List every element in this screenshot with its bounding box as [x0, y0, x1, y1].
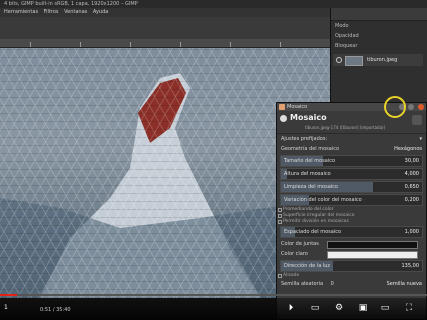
- joint-color-row[interactable]: Color de juntas: [277, 239, 426, 249]
- checkbox-icon: [278, 274, 282, 278]
- light-color-swatch[interactable]: [327, 251, 418, 259]
- geometry-select[interactable]: Geometría del mosaico Hexágonos: [277, 144, 426, 154]
- dock-tabs[interactable]: [331, 8, 427, 21]
- color-variation-slider[interactable]: Variación del color del mosaico 0,200: [280, 194, 423, 206]
- checkbox-icon: [278, 214, 282, 218]
- allow-split-checkbox[interactable]: Permitir división en mosaicos: [277, 219, 426, 225]
- checkbox-icon: [278, 208, 282, 212]
- slider-value: 4,000: [404, 171, 419, 177]
- joint-color-label: Color de juntas: [281, 241, 319, 247]
- slider-value: 30,00: [404, 158, 419, 164]
- checkbox-icon: [278, 220, 282, 224]
- layer-name: tiburon.jpeg: [367, 57, 398, 63]
- close-icon[interactable]: [418, 104, 424, 110]
- time-display: 0:51 / 35:40: [40, 307, 71, 313]
- eye-icon[interactable]: [336, 57, 342, 63]
- light-color-label: Color claro: [281, 251, 308, 257]
- joint-color-swatch[interactable]: [327, 241, 418, 249]
- seed-row[interactable]: Semilla aleatoria 0 Semilla nueva: [277, 279, 426, 289]
- slider-value: 0,200: [404, 197, 419, 203]
- presets-menu-icon[interactable]: ▾: [419, 134, 422, 144]
- image-preview-icon: [412, 115, 422, 125]
- tile-neatness-slider[interactable]: Limpieza del mosaico 0,650: [280, 181, 423, 193]
- cursor-highlight: [384, 96, 406, 118]
- filter-icon: [279, 104, 285, 110]
- slider-label: Dirección de la luz: [284, 263, 331, 269]
- menu-windows[interactable]: Ventanas: [64, 9, 87, 15]
- progress-fill: [0, 294, 18, 296]
- presets-row[interactable]: Ajustes prefijados: ▾: [277, 134, 426, 144]
- layers-dock: Modo Opacidad Bloquear tiburon.jpeg: [330, 8, 427, 113]
- geometry-value: Hexágonos: [394, 146, 422, 152]
- new-seed-button[interactable]: Semilla nueva: [387, 279, 422, 289]
- checkbox-label: Alisado: [283, 273, 300, 278]
- checkbox-label: Promediando del color: [283, 207, 334, 212]
- video-controls: 1 0:51 / 35:40 ⏵ ▭ ⚙ ▣ ▭ ⛶: [0, 294, 427, 320]
- lock-label: Bloquear: [335, 43, 358, 49]
- light-direction-slider[interactable]: Dirección de la luz 135,00: [280, 260, 423, 272]
- layer-row[interactable]: tiburon.jpeg: [333, 54, 423, 66]
- checkbox-label: Permitir división en mosaicos: [283, 219, 349, 224]
- slider-label: Variación del color del mosaico: [284, 197, 362, 203]
- mosaic-dialog: Mosaico Mosaico tiburon.jpeg-174 ([tibur…: [276, 102, 427, 320]
- filter-name: Mosaico: [290, 113, 327, 122]
- tile-spacing-slider[interactable]: Espaciado del mosaico 1,000: [280, 226, 423, 238]
- fullscreen-icon[interactable]: ⛶: [402, 302, 416, 314]
- autoplay-toggle-icon[interactable]: ⏵: [284, 302, 298, 314]
- menu-bar: Herramientas Filtros Ventanas Ayuda: [0, 8, 330, 17]
- dialog-window-title: Mosaico: [287, 104, 308, 110]
- light-color-row[interactable]: Color claro: [277, 249, 426, 259]
- mode-label: Modo: [335, 23, 349, 29]
- presets-label: Ajustes prefijados:: [281, 136, 328, 142]
- dialog-header: Mosaico tiburon.jpeg-174 ([tiburon] (imp…: [277, 111, 426, 134]
- menu-filters[interactable]: Filtros: [44, 9, 59, 15]
- tile-size-slider[interactable]: Tamaño del mosaico 30,00: [280, 155, 423, 167]
- progress-bar[interactable]: [0, 294, 427, 296]
- subtitles-icon[interactable]: ▭: [308, 302, 322, 314]
- checkbox-label: Superficie irregular del mosaico: [283, 213, 355, 218]
- tile-height-slider[interactable]: Altura del mosaico 4,000: [280, 168, 423, 180]
- slider-label: Espaciado del mosaico: [284, 229, 342, 235]
- maximize-icon[interactable]: [408, 104, 415, 110]
- slider-label: Altura del mosaico: [284, 171, 331, 177]
- settings-gear-icon[interactable]: ⚙: [332, 302, 346, 314]
- filter-subtitle: tiburon.jpeg-174 ([tiburon] (importada)): [305, 125, 386, 130]
- miniplayer-icon[interactable]: ▣: [356, 302, 370, 314]
- slider-value: 135,00: [401, 263, 420, 269]
- seed-label: Semilla aleatoria: [281, 281, 324, 287]
- player-status: 1: [4, 304, 8, 311]
- geometry-label: Geometría del mosaico: [281, 146, 340, 152]
- slider-label: Tamaño del mosaico: [284, 158, 336, 164]
- theater-mode-icon[interactable]: ▭: [378, 302, 392, 314]
- menu-help[interactable]: Ayuda: [93, 9, 108, 15]
- slider-label: Limpieza del mosaico: [284, 184, 338, 190]
- horizontal-ruler: [0, 39, 330, 48]
- slider-value: 0,650: [404, 184, 419, 190]
- window-title: 4 bits, GIMP built-in sRGB, 1 capa, 1920…: [0, 0, 427, 8]
- menu-tools[interactable]: Herramientas: [4, 9, 38, 15]
- layer-thumbnail: [345, 56, 363, 66]
- slider-value: 1,000: [404, 229, 419, 235]
- gegl-logo-icon: [280, 115, 287, 122]
- opacity-label: Opacidad: [335, 33, 359, 39]
- seed-value[interactable]: 0: [331, 281, 334, 287]
- tool-options-bar: [0, 17, 330, 39]
